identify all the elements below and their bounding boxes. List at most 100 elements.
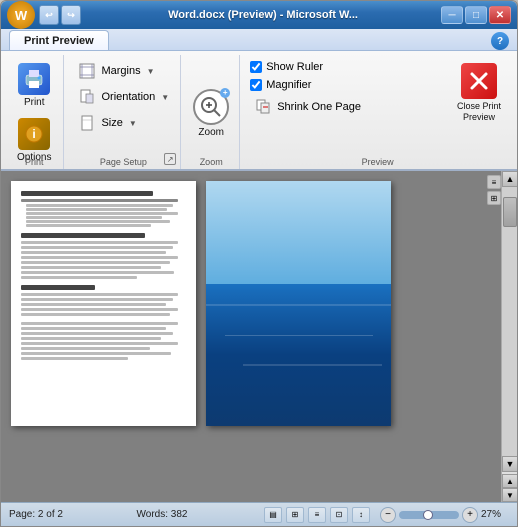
page1-text1 — [21, 199, 178, 202]
zoom-icon: + — [193, 89, 229, 125]
page1-para3-l7 — [21, 352, 171, 355]
show-ruler-row: Show Ruler — [248, 59, 443, 75]
page1-bullet1 — [26, 204, 173, 207]
undo-button[interactable]: ↩ — [39, 5, 59, 25]
side-mini-controls: ≡ ⊞ — [487, 175, 501, 205]
shrink-button[interactable]: Shrink One Page — [248, 95, 443, 119]
ribbon-group-zoom: + Zoom Zoom — [183, 55, 240, 169]
scroll-down-button[interactable]: ▼ — [502, 456, 517, 472]
zoom-plus-button[interactable]: + — [462, 507, 478, 523]
svg-text:i: i — [33, 127, 36, 141]
status-icon-4[interactable]: ⊡ — [330, 507, 348, 523]
maximize-button[interactable]: □ — [465, 6, 487, 24]
document-page-2 — [206, 181, 391, 426]
zoom-minus-button[interactable]: − — [380, 507, 396, 523]
margins-label: Margins — [101, 65, 140, 77]
page1-para3-l3 — [21, 332, 173, 335]
page1-para2-l2 — [21, 298, 173, 301]
ribbon-group-preview: Show Ruler Magnifier Shrink One Page — [242, 55, 513, 169]
margins-button[interactable]: Margins ▼ — [72, 59, 162, 83]
margins-icon — [77, 61, 97, 81]
close-print-preview-icon — [461, 63, 497, 99]
status-icon-5[interactable]: ↕ — [352, 507, 370, 523]
status-bar: Page: 2 of 2 Words: 382 ▤ ⊞ ≡ ⊡ ↕ − + 27… — [1, 502, 517, 526]
page1-bullet5 — [26, 220, 170, 223]
side-expand-button[interactable]: ≡ — [487, 175, 501, 189]
side-view-button[interactable]: ⊞ — [487, 191, 501, 205]
close-print-preview-button[interactable]: Close PrintPreview — [451, 59, 507, 127]
orientation-button[interactable]: Orientation ▼ — [72, 85, 174, 109]
print-group-title: Print — [5, 157, 63, 167]
document-scroll[interactable] — [1, 171, 501, 502]
options-icon: i — [18, 118, 50, 150]
magnifier-checkbox[interactable] — [250, 79, 262, 91]
scroll-thumb[interactable] — [503, 197, 517, 227]
page1-para3-l6 — [21, 347, 150, 350]
size-dropdown-arrow: ▼ — [129, 119, 137, 128]
scroll-track[interactable] — [502, 187, 517, 456]
magnifier-row: Magnifier — [248, 77, 443, 93]
tab-print-preview[interactable]: Print Preview — [9, 30, 109, 50]
help-button[interactable]: ? — [491, 32, 509, 50]
zoom-label: Zoom — [198, 127, 224, 138]
page1-para1-l5 — [21, 261, 170, 264]
zoom-slider-thumb[interactable] — [423, 510, 433, 520]
ribbon-group-page-setup: Margins ▼ Orientation ▼ Size ▼ — [66, 55, 181, 169]
close-label: Close PrintPreview — [457, 101, 501, 123]
office-button[interactable]: W — [7, 1, 35, 29]
size-icon — [77, 113, 97, 133]
scroll-up-button[interactable]: ▲ — [502, 171, 517, 187]
print-button[interactable]: Print — [12, 59, 56, 112]
page1-bullets — [21, 204, 186, 227]
page1-para1-l6 — [21, 266, 161, 269]
ocean-sky — [206, 181, 391, 291]
zoom-slider[interactable] — [399, 511, 459, 519]
status-icon-2[interactable]: ⊞ — [286, 507, 304, 523]
zoom-percent: 27% — [481, 509, 509, 520]
page1-para1-l4 — [21, 256, 178, 259]
size-label: Size — [101, 117, 122, 129]
page-info: Page: 2 of 2 — [9, 509, 127, 520]
magnifier-label: Magnifier — [266, 79, 311, 91]
show-ruler-checkbox[interactable] — [250, 61, 262, 73]
ribbon: Print i Options Print Margins — [1, 51, 517, 171]
page1-para1-l1 — [21, 241, 178, 244]
zoom-plus-indicator: + — [220, 88, 230, 98]
scroll-down-arrow2[interactable]: ▼ — [502, 488, 517, 502]
orientation-label: Orientation — [101, 91, 155, 103]
status-icons: ▤ ⊞ ≡ ⊡ ↕ — [264, 507, 370, 523]
status-icon-3[interactable]: ≡ — [308, 507, 326, 523]
wave2 — [225, 335, 373, 336]
words-info: Words: 382 — [137, 509, 255, 520]
window-title: Word.docx (Preview) - Microsoft W... — [85, 9, 441, 21]
zoom-button[interactable]: + Zoom — [189, 85, 233, 142]
shrink-icon — [253, 97, 273, 117]
size-button[interactable]: Size ▼ — [72, 111, 162, 135]
print-icon — [18, 63, 50, 95]
minimize-button[interactable]: ─ — [441, 6, 463, 24]
status-icon-1[interactable]: ▤ — [264, 507, 282, 523]
scroll-up-arrow2[interactable]: ▲ — [502, 474, 517, 488]
page1-para1-l7 — [21, 271, 174, 274]
show-ruler-label: Show Ruler — [266, 61, 323, 73]
page1-bullet6 — [26, 224, 151, 227]
page1-para3-l5 — [21, 342, 178, 345]
page1-para3-l8 — [21, 357, 128, 360]
document-area: ▲ ▼ ▲ ▼ ≡ ⊞ — [1, 171, 517, 502]
orientation-icon — [77, 87, 97, 107]
orientation-dropdown-arrow: ▼ — [161, 93, 169, 102]
margins-dropdown-arrow: ▼ — [147, 67, 155, 76]
title-bar-left: W ↩ ↪ — [7, 1, 85, 29]
close-button[interactable]: ✕ — [489, 6, 511, 24]
page1-para1-l3 — [21, 251, 166, 254]
redo-button[interactable]: ↪ — [61, 5, 81, 25]
wave3 — [243, 364, 382, 366]
page-setup-group-title: Page Setup — [66, 157, 180, 167]
zoom-group-title: Zoom — [183, 157, 239, 167]
toolbar-controls: ↩ ↪ — [39, 5, 81, 25]
page1-bullet4 — [26, 216, 162, 219]
page1-bullet3 — [26, 212, 178, 215]
page1-heading3 — [21, 285, 95, 290]
preview-content: Show Ruler Magnifier Shrink One Page — [248, 59, 507, 167]
page1-heading2 — [21, 233, 145, 238]
